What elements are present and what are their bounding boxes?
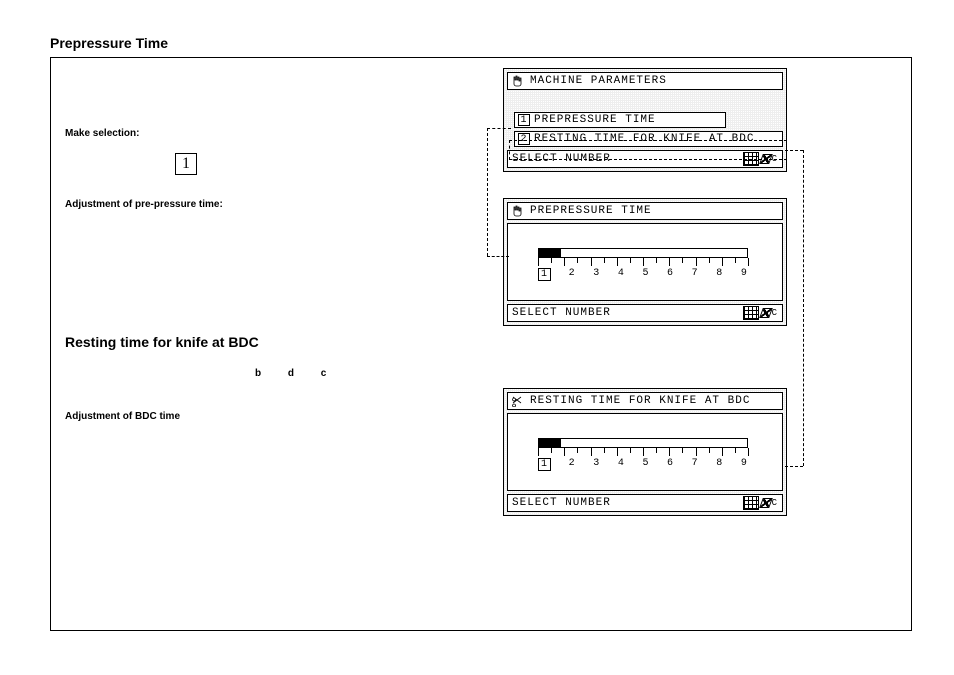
scale-number: 2: [569, 458, 576, 471]
clear-button[interactable]: C: [761, 308, 778, 318]
clear-button[interactable]: C: [761, 498, 778, 508]
prepressure-time-panel: PREPRESSURE TIME 1 2 3 4 5 6 7 8 9 SELECT NUMBER…: [503, 198, 787, 326]
resting-time-slider[interactable]: [538, 438, 748, 448]
scale-number: 2: [569, 268, 576, 281]
keypad-icon[interactable]: [743, 306, 759, 320]
connector-line: [487, 256, 509, 257]
scale-number: 7: [692, 268, 699, 281]
section2-title: Resting time for knife at BDC: [65, 334, 445, 350]
panel1-title: MACHINE PARAMETERS: [528, 75, 780, 87]
scale-number: 5: [642, 268, 649, 281]
menu-item-1-number: 1: [518, 114, 530, 126]
menu-item-1-label: PREPRESSURE TIME: [534, 114, 656, 126]
highlight-box: [509, 140, 787, 160]
scale-number: 9: [741, 458, 748, 471]
panel3-title: RESTING TIME FOR KNIFE AT BDC: [528, 395, 780, 407]
adjust-bdc-label: Adjustment of BDC time: [65, 411, 445, 422]
connector-line: [785, 466, 803, 467]
section1-title: Prepressure Time: [50, 35, 912, 51]
scale-number: 3: [593, 268, 600, 281]
scale-number: 8: [716, 268, 723, 281]
scale-number: 1: [538, 458, 551, 471]
resting-time-panel: RESTING TIME FOR KNIFE AT BDC 123456789 …: [503, 388, 787, 516]
scale-number: 9: [741, 268, 748, 281]
scale-number: 3: [593, 458, 600, 471]
hand-icon: [510, 74, 524, 88]
connector-line: [487, 128, 511, 129]
bdc-letters: b d c: [255, 368, 445, 379]
scale-number: 6: [667, 268, 674, 281]
connector-line: [803, 150, 804, 466]
panel2-footer-label: SELECT NUMBER: [512, 307, 611, 319]
keypad-icon[interactable]: [743, 496, 759, 510]
scale-number: 7: [692, 458, 699, 471]
scale-number: 4: [618, 458, 625, 471]
make-selection-label: Make selection:: [65, 128, 445, 139]
page-frame: Make selection: 1 Adjustment of pre-pres…: [50, 57, 912, 631]
cut-icon: [510, 394, 524, 408]
scale-number: 5: [642, 458, 649, 471]
scale-number: 1: [538, 268, 551, 281]
connector-line: [785, 150, 803, 151]
connector-line: [487, 128, 488, 256]
panel3-footer-label: SELECT NUMBER: [512, 497, 611, 509]
scale-number: 8: [716, 458, 723, 471]
scale-number: 6: [667, 458, 674, 471]
selection-box[interactable]: 1: [175, 153, 197, 175]
hand-icon: [510, 204, 524, 218]
scale-number: 4: [618, 268, 625, 281]
prepressure-slider[interactable]: [538, 248, 748, 258]
adjust-prepressure-label: Adjustment of pre-pressure time:: [65, 199, 445, 210]
panel2-title: PREPRESSURE TIME: [528, 205, 780, 217]
menu-item-1[interactable]: 1 PREPRESSURE TIME: [514, 112, 726, 128]
